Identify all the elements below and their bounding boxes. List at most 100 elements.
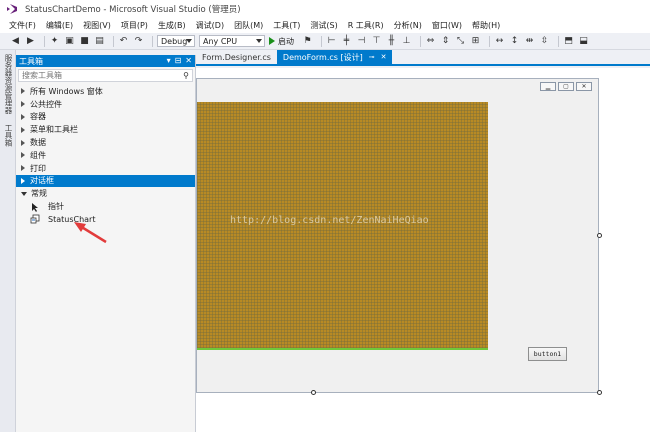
tab-label: Form.Designer.cs — [202, 52, 271, 62]
toolbox-category[interactable]: 组件 — [16, 149, 195, 162]
find-icon[interactable]: ⚑ — [302, 36, 313, 47]
tab-toolbox[interactable]: 工具箱 — [3, 124, 14, 147]
expand-arrow-icon — [21, 139, 25, 146]
toolbox-search-input[interactable]: 搜索工具箱 ⚲ — [18, 69, 193, 82]
undo-icon[interactable]: ↶ — [118, 36, 129, 47]
platform-dropdown[interactable]: Any CPU — [199, 35, 265, 47]
tab-demoform-design[interactable]: DemoForm.cs [设计] ⊸ ✕ — [276, 50, 393, 64]
menu-tools[interactable]: 工具(T) — [268, 20, 305, 31]
make-same-height-icon[interactable]: ⇕ — [440, 36, 451, 47]
toolbox-category[interactable]: 打印 — [16, 162, 195, 175]
user-control-icon — [30, 214, 40, 224]
toolbox-title: 工具箱 — [19, 56, 43, 66]
start-debug-button[interactable]: 启动 — [269, 36, 294, 47]
search-icon[interactable]: ⚲ — [183, 71, 189, 80]
toolbox-category[interactable]: 所有 Windows 窗体 — [16, 85, 195, 98]
toolbar-divider — [558, 35, 559, 47]
watermark: http://blog.csdn.net/ZenNaiHeQiao — [230, 215, 429, 226]
solution-config-dropdown[interactable]: Debug — [157, 35, 195, 47]
resize-handle-right[interactable] — [597, 233, 602, 238]
menu-test[interactable]: 测试(S) — [305, 20, 342, 31]
button1[interactable]: button1 — [528, 347, 567, 361]
menu-r-tools[interactable]: R 工具(R) — [343, 20, 389, 31]
horizontal-spacing-icon[interactable]: ↔ — [494, 36, 505, 47]
toolbox-item-label: 指针 — [48, 202, 64, 212]
forward-icon[interactable]: ▶ — [25, 36, 36, 47]
redo-icon[interactable]: ↷ — [133, 36, 144, 47]
category-label: 数据 — [30, 138, 46, 148]
pin-icon[interactable]: ⊸ — [369, 53, 375, 61]
expand-arrow-icon — [21, 101, 25, 108]
toolbox-category[interactable]: 菜单和工具栏 — [16, 123, 195, 136]
align-tops-icon[interactable]: ⊤ — [371, 36, 382, 47]
status-chart-control[interactable] — [197, 102, 488, 350]
save-all-icon[interactable]: ▤ — [94, 36, 105, 47]
make-same-width-icon[interactable]: ⇔ — [425, 36, 436, 47]
category-label: 公共控件 — [30, 99, 62, 109]
menu-build[interactable]: 生成(B) — [153, 20, 191, 31]
align-rights-icon[interactable]: ⊣ — [356, 36, 367, 47]
toolbox-item-statuschart[interactable]: StatusChart — [16, 213, 195, 226]
toolbox-category-general[interactable]: 常规 — [16, 187, 195, 200]
category-label: 打印 — [30, 163, 46, 173]
vertical-spacing-icon[interactable]: ↕ — [509, 36, 520, 47]
toolbox-category[interactable]: 公共控件 — [16, 98, 195, 111]
play-icon — [269, 37, 275, 45]
toolbox-item-label: StatusChart — [48, 214, 96, 224]
back-icon[interactable]: ◀ — [10, 36, 21, 47]
chevron-down-icon — [256, 39, 262, 43]
menu-debug[interactable]: 调试(D) — [191, 20, 229, 31]
menu-analyze[interactable]: 分析(N) — [389, 20, 427, 31]
menu-team[interactable]: 团队(M) — [229, 20, 268, 31]
toolbox-panel: 工具箱 ▾ ⊟ ✕ 搜索工具箱 ⚲ 所有 Windows 窗体 公共控件 容器 … — [16, 55, 196, 432]
expand-arrow-icon — [21, 88, 25, 95]
menu-help[interactable]: 帮助(H) — [467, 20, 505, 31]
pin-icon[interactable]: ⊟ — [175, 56, 182, 65]
resize-handle-corner[interactable] — [597, 390, 602, 395]
align-bottoms-icon[interactable]: ⊥ — [401, 36, 412, 47]
tab-form-designer-cs[interactable]: Form.Designer.cs — [196, 50, 277, 64]
menu-project[interactable]: 项目(P) — [116, 20, 153, 31]
close-icon[interactable]: ✕ — [381, 53, 387, 61]
toolbox-category[interactable]: 数据 — [16, 136, 195, 149]
menu-view[interactable]: 视图(V) — [78, 20, 116, 31]
new-project-icon[interactable]: ✦ — [49, 36, 60, 47]
send-to-back-icon[interactable]: ⬓ — [578, 36, 589, 47]
align-lefts-icon[interactable]: ⊢ — [326, 36, 337, 47]
toolbox-category-selected[interactable]: 对话框 — [16, 174, 195, 188]
title-bar: StatusChartDemo - Microsoft Visual Studi… — [0, 0, 650, 18]
make-same-size-icon[interactable]: ⤡ — [455, 36, 466, 47]
align-middles-icon[interactable]: ╫ — [386, 36, 397, 47]
side-tab-strip: 服务器资源管理器 工具箱 — [0, 50, 16, 432]
save-icon[interactable]: ■ — [79, 36, 90, 47]
toolbox-category[interactable]: 容器 — [16, 111, 195, 124]
document-tab-strip: Form.Designer.cs DemoForm.cs [设计] ⊸ ✕ — [196, 50, 650, 66]
tab-label: DemoForm.cs [设计] — [282, 52, 363, 62]
menu-file[interactable]: 文件(F) — [4, 20, 41, 31]
category-label: 所有 Windows 窗体 — [30, 86, 103, 96]
center-horizontally-icon[interactable]: ⇹ — [524, 36, 535, 47]
chevron-down-icon — [186, 39, 192, 43]
open-folder-icon[interactable]: ▣ — [64, 36, 75, 47]
bring-to-front-icon[interactable]: ⬒ — [563, 36, 574, 47]
toolbox-item-pointer[interactable]: 指针 — [16, 200, 195, 213]
resize-handle-bottom[interactable] — [311, 390, 316, 395]
expand-arrow-icon — [21, 126, 25, 133]
toolbar-divider — [113, 35, 114, 47]
maximize-icon: ▢ — [558, 82, 574, 91]
category-label: 常规 — [31, 189, 47, 199]
center-vertically-icon[interactable]: ⇳ — [539, 36, 550, 47]
category-label: 组件 — [30, 150, 46, 160]
align-centers-icon[interactable]: ╪ — [341, 36, 352, 47]
size-to-grid-icon[interactable]: ⊞ — [470, 36, 481, 47]
dropdown-icon[interactable]: ▾ — [167, 56, 171, 65]
tab-server-explorer[interactable]: 服务器资源管理器 — [3, 54, 14, 114]
menu-edit[interactable]: 编辑(E) — [41, 20, 78, 31]
solution-config-value: Debug — [161, 36, 188, 46]
category-label: 容器 — [30, 112, 46, 122]
menu-window[interactable]: 窗口(W) — [427, 20, 467, 31]
design-form[interactable]: ▁ ▢ ✕ button1 — [196, 78, 599, 393]
close-icon[interactable]: ✕ — [185, 56, 192, 65]
expand-arrow-icon — [21, 165, 25, 172]
toolbar-divider — [321, 35, 322, 47]
